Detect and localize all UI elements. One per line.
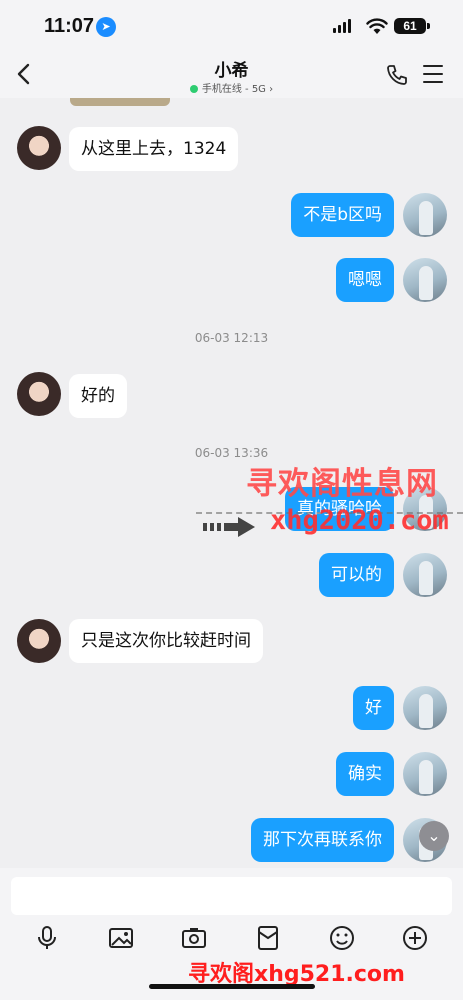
location-arrow-icon: ➤ <box>96 17 116 37</box>
online-dot-icon <box>189 85 198 93</box>
home-indicator[interactable] <box>149 984 315 989</box>
message-bubble-outgoing[interactable]: 好 <box>353 686 394 730</box>
cellular-signal-icon <box>333 19 351 33</box>
timestamp: 06-03 12:13 <box>194 331 269 345</box>
watermark-text: 寻欢阁性息网 <box>246 466 438 502</box>
contact-avatar[interactable] <box>17 372 61 416</box>
message-input[interactable] <box>11 877 452 915</box>
message-bubble-outgoing[interactable]: 确实 <box>336 752 394 796</box>
battery-icon: 61 <box>394 18 430 34</box>
red-packet-icon[interactable] <box>254 924 282 952</box>
message-bubble-outgoing[interactable]: 嗯嗯 <box>336 258 394 302</box>
image-icon[interactable] <box>107 924 135 952</box>
message-bubble-outgoing[interactable]: 可以的 <box>319 553 394 597</box>
my-avatar[interactable] <box>403 553 447 597</box>
watermark-url: xhg2020.com <box>270 505 449 536</box>
input-toolbar <box>0 924 463 954</box>
my-avatar[interactable] <box>403 752 447 796</box>
message-bubble-incoming[interactable]: 只是这次你比较赶时间 <box>69 619 263 663</box>
menu-icon[interactable] <box>423 65 443 83</box>
phone-call-icon[interactable] <box>385 63 409 87</box>
contact-avatar[interactable] <box>17 619 61 663</box>
wifi-icon <box>366 18 388 34</box>
scroll-to-bottom-button[interactable]: ⌄ <box>419 821 449 851</box>
arrow-right-icon <box>203 517 255 537</box>
emoji-icon[interactable] <box>328 924 356 952</box>
message-bubble-incoming[interactable]: 好的 <box>69 374 127 418</box>
my-avatar[interactable] <box>403 193 447 237</box>
contact-avatar[interactable] <box>17 126 61 170</box>
message-bubble-incoming[interactable]: 从这里上去，1324 <box>69 127 239 171</box>
status-time: 11:07 <box>44 15 95 37</box>
online-status-text: 手机在线 - 5G <box>201 84 266 95</box>
message-bubble-outgoing[interactable]: 那下次再联系你 <box>251 818 394 862</box>
previous-image-message[interactable] <box>70 98 170 106</box>
my-avatar[interactable] <box>403 258 447 302</box>
plus-icon[interactable] <box>401 924 429 952</box>
camera-icon[interactable] <box>180 924 208 952</box>
status-bar: 11:07 ➤ 61 <box>0 0 463 50</box>
chat-header: 小希 手机在线 - 5G › <box>0 50 463 98</box>
chevron-down-icon: ⌄ <box>427 826 441 845</box>
message-bubble-outgoing[interactable]: 不是b区吗 <box>291 193 394 237</box>
mic-icon[interactable] <box>33 924 61 952</box>
my-avatar[interactable] <box>403 686 447 730</box>
